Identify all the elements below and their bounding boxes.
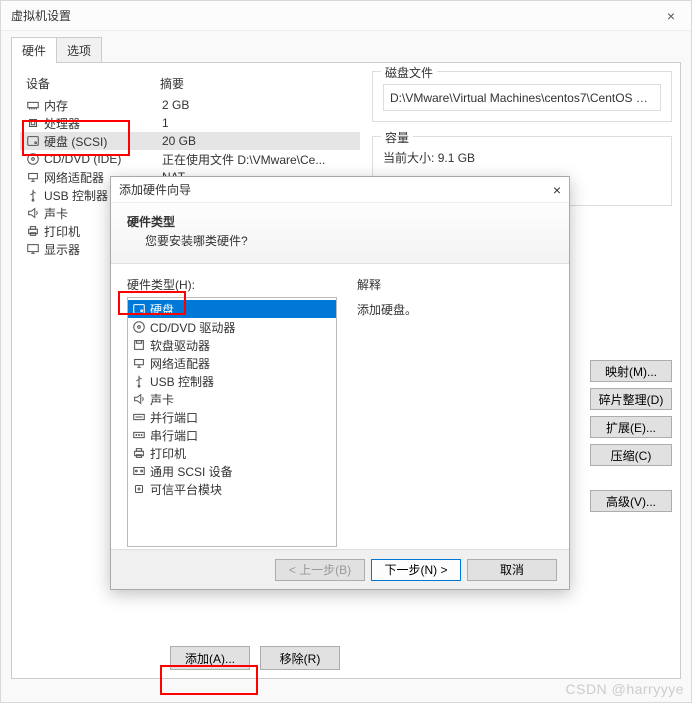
wizard-header-title: 硬件类型	[127, 213, 553, 230]
hardware-type-item[interactable]: CD/DVD 驱动器	[128, 318, 336, 336]
disk-file-group: 磁盘文件 D:\VMware\Virtual Machines\centos7\…	[372, 71, 672, 122]
device-row[interactable]: 内存 2 GB	[20, 96, 360, 114]
hardware-type-label: 硬盘	[150, 301, 174, 318]
map-button[interactable]: 映射(M)...	[590, 360, 672, 382]
hardware-type-item[interactable]: 并行端口	[128, 408, 336, 426]
hardware-type-label: 串行端口	[150, 427, 198, 444]
wizard-title: 添加硬件向导	[119, 181, 191, 198]
device-name: 处理器	[44, 115, 162, 132]
tpm-icon	[132, 482, 146, 496]
wizard-right: 解释 添加硬盘。	[357, 276, 553, 542]
explain-label: 解释	[357, 276, 553, 293]
hardware-type-item[interactable]: 打印机	[128, 444, 336, 462]
network-icon	[132, 356, 146, 370]
device-summary: 1	[162, 116, 169, 130]
bottom-buttons: 添加(A)... 移除(R)	[170, 646, 340, 670]
hardware-type-label: CD/DVD 驱动器	[150, 319, 235, 336]
hardware-type-item[interactable]: 可信平台模块	[128, 480, 336, 498]
device-name: 硬盘 (SCSI)	[44, 133, 162, 150]
device-row[interactable]: 硬盘 (SCSI) 20 GB	[20, 132, 360, 150]
capacity-label: 容量	[381, 129, 413, 146]
advanced-button[interactable]: 高级(V)...	[590, 490, 672, 512]
hardware-type-item[interactable]: 串行端口	[128, 426, 336, 444]
wizard-header: 硬件类型 您要安装哪类硬件?	[111, 203, 569, 264]
cancel-button[interactable]: 取消	[467, 559, 557, 581]
close-icon[interactable]: ×	[553, 182, 561, 198]
wizard-header-subtitle: 您要安装哪类硬件?	[145, 232, 553, 249]
hardware-type-item[interactable]: 软盘驱动器	[128, 336, 336, 354]
wizard-list-label: 硬件类型(H):	[127, 276, 337, 293]
add-hardware-wizard: 添加硬件向导 × 硬件类型 您要安装哪类硬件? 硬件类型(H): 硬盘 CD/D…	[110, 176, 570, 590]
network-icon	[26, 170, 40, 184]
col-device: 设备	[20, 75, 160, 92]
col-summary: 摘要	[160, 75, 184, 92]
device-name: 内存	[44, 97, 162, 114]
main-titlebar: 虚拟机设置 ×	[1, 1, 691, 31]
disk-action-buttons: 映射(M)... 碎片整理(D) 扩展(E)... 压缩(C) 高级(V)...	[590, 360, 672, 512]
explain-text: 添加硬盘。	[357, 301, 553, 318]
floppy-icon	[132, 338, 146, 352]
device-summary: 20 GB	[162, 134, 196, 148]
cd-icon	[132, 320, 146, 334]
device-summary: 正在使用文件 D:\VMware\Ce...	[162, 151, 325, 168]
main-title: 虚拟机设置	[11, 7, 71, 24]
watermark: CSDN @harryyye	[566, 681, 684, 697]
tab-hardware[interactable]: 硬件	[11, 37, 57, 63]
disk-icon	[132, 302, 146, 316]
printer-icon	[132, 446, 146, 460]
cd-icon	[26, 152, 40, 166]
hardware-type-item[interactable]: 通用 SCSI 设备	[128, 462, 336, 480]
memory-icon	[26, 98, 40, 112]
parallel-icon	[132, 410, 146, 424]
hardware-type-label: 打印机	[150, 445, 186, 462]
disk-icon	[26, 134, 40, 148]
hardware-type-item[interactable]: USB 控制器	[128, 372, 336, 390]
hardware-type-label: 声卡	[150, 391, 174, 408]
defrag-button[interactable]: 碎片整理(D)	[590, 388, 672, 410]
hardware-type-item[interactable]: 网络适配器	[128, 354, 336, 372]
capacity-current: 当前大小: 9.1 GB	[383, 149, 661, 166]
disk-file-path[interactable]: D:\VMware\Virtual Machines\centos7\CentO…	[383, 84, 661, 111]
next-button[interactable]: 下一步(N) >	[371, 559, 461, 581]
wizard-body: 硬件类型(H): 硬盘 CD/DVD 驱动器 软盘驱动器 网络适配器 USB 控…	[111, 264, 569, 554]
back-button: < 上一步(B)	[275, 559, 365, 581]
tab-options[interactable]: 选项	[56, 37, 102, 63]
close-icon[interactable]: ×	[661, 8, 681, 24]
hardware-type-label: 通用 SCSI 设备	[150, 463, 233, 480]
compact-button[interactable]: 压缩(C)	[590, 444, 672, 466]
sound-icon	[132, 392, 146, 406]
usb-icon	[26, 188, 40, 202]
cpu-icon	[26, 116, 40, 130]
device-summary: 2 GB	[162, 98, 189, 112]
device-name: CD/DVD (IDE)	[44, 152, 162, 166]
wizard-footer: < 上一步(B) 下一步(N) > 取消	[111, 549, 569, 589]
scsi-icon	[132, 464, 146, 478]
display-icon	[26, 242, 40, 256]
hardware-type-label: 可信平台模块	[150, 481, 222, 498]
remove-button[interactable]: 移除(R)	[260, 646, 340, 670]
hardware-type-item[interactable]: 硬盘	[128, 300, 336, 318]
sound-icon	[26, 206, 40, 220]
add-button[interactable]: 添加(A)...	[170, 646, 250, 670]
expand-button[interactable]: 扩展(E)...	[590, 416, 672, 438]
wizard-left: 硬件类型(H): 硬盘 CD/DVD 驱动器 软盘驱动器 网络适配器 USB 控…	[127, 276, 337, 542]
hardware-type-label: 并行端口	[150, 409, 198, 426]
usb-icon	[132, 374, 146, 388]
disk-file-label: 磁盘文件	[381, 64, 437, 81]
printer-icon	[26, 224, 40, 238]
serial-icon	[132, 428, 146, 442]
tabs: 硬件 选项	[11, 37, 691, 63]
hardware-type-label: USB 控制器	[150, 373, 214, 390]
hardware-type-label: 软盘驱动器	[150, 337, 210, 354]
device-row[interactable]: CD/DVD (IDE) 正在使用文件 D:\VMware\Ce...	[20, 150, 360, 168]
hardware-type-label: 网络适配器	[150, 355, 210, 372]
hardware-type-list[interactable]: 硬盘 CD/DVD 驱动器 软盘驱动器 网络适配器 USB 控制器 声卡 并行端…	[127, 297, 337, 547]
device-row[interactable]: 处理器 1	[20, 114, 360, 132]
device-list-header: 设备 摘要	[20, 71, 360, 96]
wizard-titlebar: 添加硬件向导 ×	[111, 177, 569, 203]
hardware-type-item[interactable]: 声卡	[128, 390, 336, 408]
